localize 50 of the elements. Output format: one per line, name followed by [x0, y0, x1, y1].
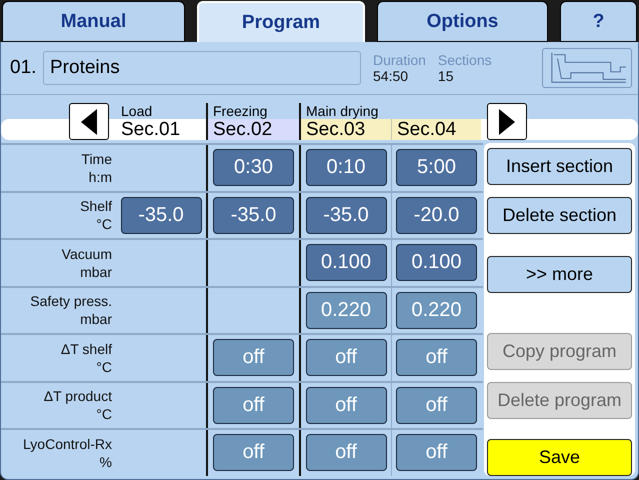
parameter-label: ΔT product °C [42, 387, 113, 424]
previous-button[interactable] [69, 103, 109, 140]
section-label[interactable]: Sec.03 [299, 119, 391, 140]
value-button[interactable]: off [396, 339, 477, 376]
left-triangle-icon [81, 108, 97, 134]
phase-label: Load [120, 103, 154, 119]
parameter-label: Vacuum mbar [60, 244, 113, 281]
tab[interactable]: ? [560, 1, 637, 42]
value-button[interactable]: off [213, 434, 294, 472]
value-button[interactable]: off [306, 386, 386, 424]
value-button[interactable]: off [396, 434, 477, 472]
value-button[interactable]: off [213, 339, 294, 376]
parameter-label: Time h:m [80, 150, 113, 186]
value-button[interactable]: -35.0 [306, 196, 386, 234]
value-button[interactable]: off [306, 339, 386, 376]
value-button[interactable]: off [396, 386, 477, 424]
next-button[interactable] [487, 103, 527, 140]
value-button[interactable]: 0:30 [213, 149, 294, 186]
action-button[interactable]: >> more [487, 256, 632, 293]
parameter-label: Shelf °C [79, 197, 113, 234]
parameter-label: LyoControl-Rx % [22, 434, 113, 471]
right-triangle-icon [499, 108, 515, 134]
section-label[interactable]: Sec.02 [206, 119, 299, 140]
duration-label: Duration [373, 52, 426, 68]
value-button[interactable]: off [213, 386, 294, 424]
value-button[interactable]: 5:00 [396, 149, 477, 186]
tab[interactable]: Manual [2, 1, 185, 42]
value-button[interactable]: 0.100 [306, 244, 386, 282]
value-button[interactable]: 0.100 [396, 244, 477, 282]
sections-label: Sections [438, 52, 492, 68]
value-button[interactable]: 0:10 [306, 149, 386, 186]
value-button[interactable]: -20.0 [396, 196, 477, 234]
tab[interactable]: Options [377, 1, 548, 42]
tab[interactable]: Program [197, 1, 365, 42]
program-number: 01. [10, 57, 38, 79]
program-name-field[interactable]: Proteins [43, 51, 361, 85]
section-label[interactable]: Sec.04 [391, 119, 481, 140]
value-button[interactable]: off [306, 434, 386, 472]
value-button[interactable]: 0.220 [396, 292, 477, 329]
parameter-label: Safety press. mbar [29, 292, 113, 328]
value-button[interactable]: 0.220 [306, 292, 386, 329]
program-graph-icon[interactable] [542, 48, 632, 88]
action-button[interactable]: Delete section [487, 197, 632, 234]
parameter-label: ΔT shelf °C [60, 340, 113, 376]
action-button[interactable]: Save [487, 439, 632, 476]
value-button[interactable]: -35.0 [120, 196, 202, 234]
duration-value: 54:50 [373, 68, 410, 84]
value-button[interactable]: -35.0 [213, 196, 294, 234]
action-button[interactable]: Insert section [487, 148, 632, 185]
sections-value: 15 [438, 68, 454, 84]
